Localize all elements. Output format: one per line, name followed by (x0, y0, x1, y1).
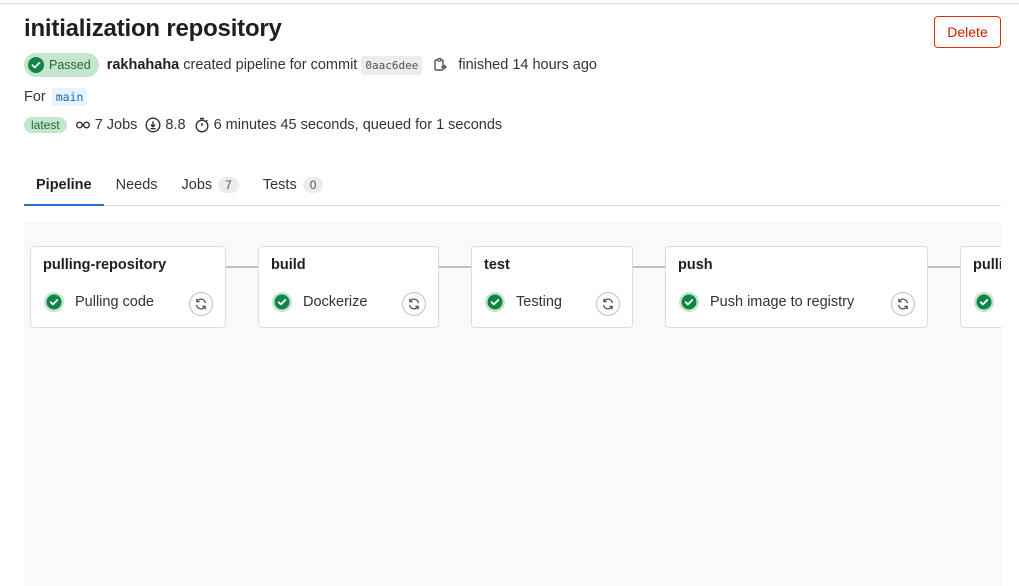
score-value: 8.8 (165, 117, 186, 133)
job-name: Pulling code (75, 294, 154, 310)
job-item[interactable] (973, 291, 1001, 313)
jobs-stat: 7 Jobs (75, 117, 138, 133)
retry-button[interactable] (891, 292, 915, 316)
pipeline-graph: pulling-repository Pulling code build Do… (24, 222, 1001, 586)
status-badge[interactable]: Passed (24, 53, 99, 77)
pipeline-tabs: Pipeline Needs Jobs 7 Tests 0 (24, 165, 1001, 206)
copy-icon[interactable] (432, 57, 448, 73)
page-title: initialization repository (24, 15, 282, 42)
stage-test: test Testing (471, 246, 633, 328)
tab-count: 7 (218, 177, 239, 193)
retry-icon (898, 298, 908, 310)
status-success-icon (44, 292, 64, 312)
retry-button[interactable] (189, 292, 213, 316)
tab-needs[interactable]: Needs (104, 165, 170, 205)
duration-stat: 6 minutes 45 seconds, queued for 1 secon… (194, 117, 503, 133)
retry-icon (196, 298, 206, 310)
finished-text: finished 14 hours ago (458, 57, 597, 73)
stage-connector (226, 266, 259, 268)
score-stat: 8.8 (145, 117, 186, 133)
stage-connector (633, 266, 666, 268)
info-icon (145, 117, 161, 133)
delete-button[interactable]: Delete (934, 16, 1001, 48)
tab-tests[interactable]: Tests 0 (251, 165, 336, 205)
stage-connector (928, 266, 961, 268)
status-success-icon (28, 57, 44, 73)
branch-link[interactable]: main (51, 88, 88, 106)
stage-name: test (484, 257, 510, 273)
job-name: Push image to registry (710, 294, 855, 310)
retry-icon (409, 298, 419, 310)
stage-partial: pulli (960, 246, 1001, 328)
jobs-count: 7 Jobs (94, 117, 138, 133)
job-name: Testing (516, 294, 562, 310)
status-success-icon (974, 292, 994, 312)
job-item[interactable]: Testing (484, 291, 562, 313)
pipeline-icon (75, 121, 90, 129)
timer-icon (195, 117, 209, 133)
for-label: For (24, 89, 46, 105)
tab-label: Pipeline (36, 176, 92, 193)
tab-jobs[interactable]: Jobs 7 (170, 165, 251, 205)
job-item[interactable]: Dockerize (271, 291, 367, 313)
status-success-icon (679, 292, 699, 312)
pipeline-meta: Passed rakhahaha created pipeline for co… (24, 53, 597, 77)
stage-name: pulling-repository (43, 257, 167, 273)
job-item[interactable]: Pulling code (43, 291, 154, 313)
status-success-icon (485, 292, 505, 312)
commit-sha[interactable]: 0aac6dee (361, 55, 423, 75)
retry-icon (603, 298, 613, 310)
retry-button[interactable] (402, 292, 426, 316)
pipeline-stats: latest 7 Jobs 8.8 6 minutes 45 seconds, … (24, 117, 510, 133)
status-success-icon (272, 292, 292, 312)
job-name: Dockerize (303, 294, 368, 310)
stage-push: push Push image to registry (665, 246, 928, 328)
status-label: Passed (49, 58, 91, 72)
author-link[interactable]: rakhahaha (107, 57, 180, 73)
stage-pulling-repository: pulling-repository Pulling code (30, 246, 226, 328)
stage-connector (439, 266, 472, 268)
tab-pipeline[interactable]: Pipeline (24, 165, 104, 206)
duration-text: 6 minutes 45 seconds, queued for 1 secon… (213, 117, 503, 133)
latest-badge: latest (24, 117, 67, 133)
top-divider (0, 3, 1019, 4)
stage-name: pulli (973, 257, 1001, 273)
ref-row: For main (24, 88, 88, 106)
stage-build: build Dockerize (258, 246, 439, 328)
tab-count: 0 (302, 177, 324, 193)
stage-name: build (271, 257, 306, 273)
job-item[interactable]: Push image to registry (678, 291, 854, 313)
tab-label: Jobs (181, 177, 213, 193)
created-text: created pipeline for commit (183, 57, 358, 73)
stage-name: push (678, 257, 713, 273)
tab-label: Needs (115, 177, 158, 193)
retry-button[interactable] (596, 292, 620, 316)
tab-label: Tests (262, 177, 297, 193)
